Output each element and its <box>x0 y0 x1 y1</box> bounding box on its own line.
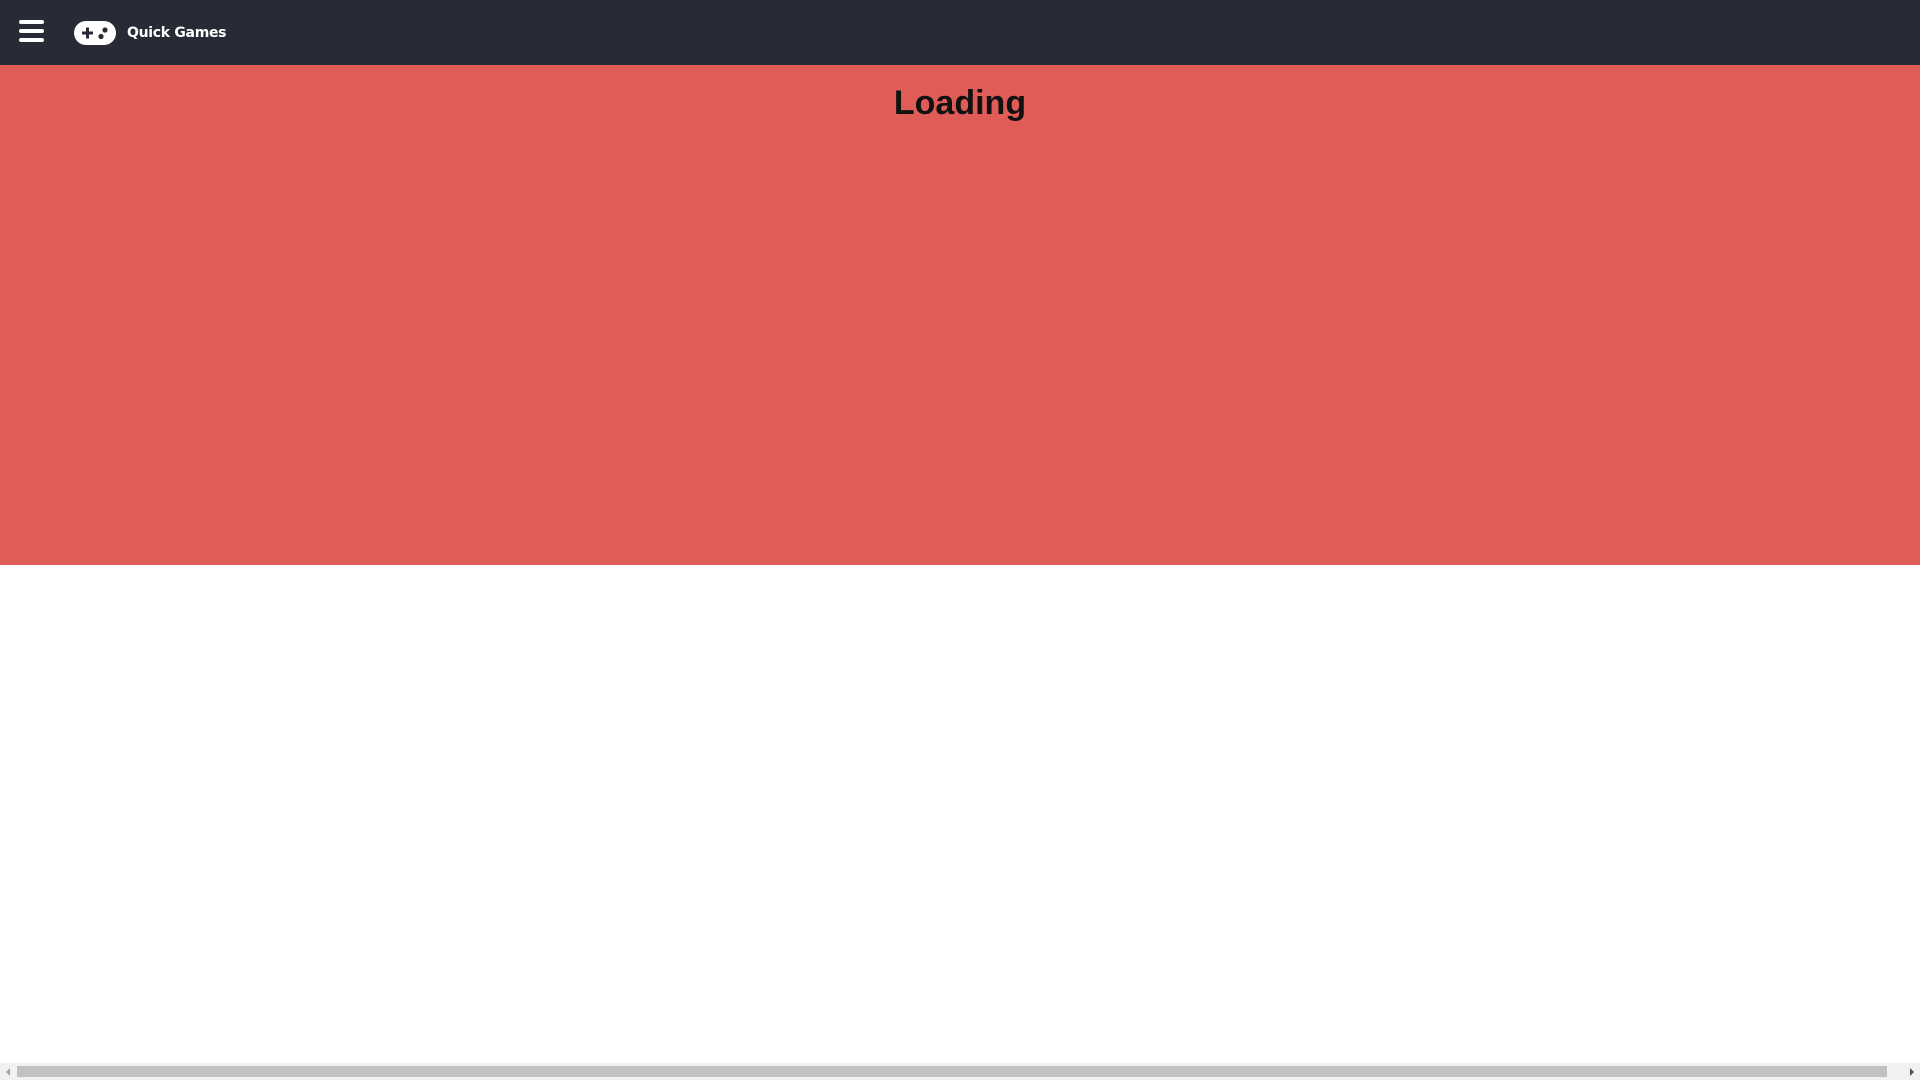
menu-bar-line <box>19 38 44 42</box>
horizontal-scrollbar[interactable] <box>0 1063 1920 1080</box>
hamburger-menu-icon[interactable] <box>19 20 44 44</box>
hero-banner: Loading <box>0 65 1920 565</box>
scroll-left-arrow-icon[interactable] <box>0 1063 17 1080</box>
menu-bar-line <box>19 20 44 24</box>
top-navbar: Quick Games <box>0 0 1920 65</box>
scroll-right-arrow-icon[interactable] <box>1903 1063 1920 1080</box>
brand-name: Quick Games <box>127 25 227 41</box>
menu-bar-line <box>19 29 44 33</box>
loading-heading: Loading <box>893 84 1027 122</box>
gamepad-icon <box>74 21 116 45</box>
brand-link[interactable]: Quick Games <box>74 21 227 45</box>
scrollbar-thumb[interactable] <box>17 1066 1887 1077</box>
